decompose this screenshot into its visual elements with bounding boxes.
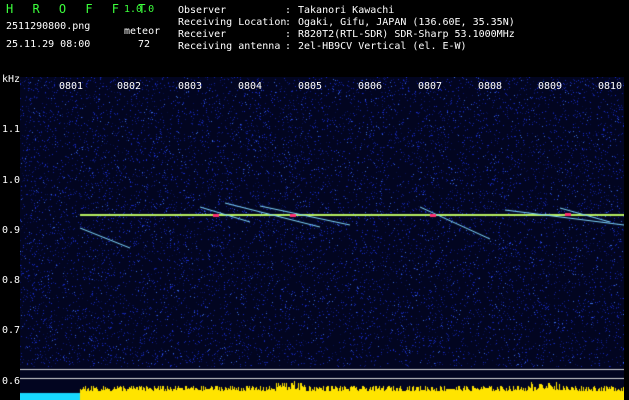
x-tick-label: 0810 <box>598 81 623 92</box>
info-separator: : <box>285 17 292 28</box>
info-key-antenna: Receiving antenna <box>178 41 281 52</box>
x-tick-label: 0803 <box>178 81 203 92</box>
info-value-receiver: R820T2(RTL-SDR) SDR-Sharp 53.1000MHz <box>298 29 515 40</box>
y-tick-label: 1.0 <box>2 175 21 186</box>
info-key-location: Receiving Location <box>178 17 287 28</box>
x-tick-label: 0802 <box>117 81 142 92</box>
x-tick-label: 0808 <box>478 81 503 92</box>
y-axis-unit: kHz <box>2 74 21 85</box>
info-value-observer: Takanori Kawachi <box>298 5 395 16</box>
x-tick-label: 0805 <box>298 81 323 92</box>
info-value-antenna: 2el-HB9CV Vertical (el. E-W) <box>298 41 467 52</box>
info-separator: : <box>285 29 292 40</box>
file-name: 2511290800.png <box>6 21 91 32</box>
x-tick-label: 0804 <box>238 81 263 92</box>
app-version: 1.0.0 <box>124 4 155 15</box>
y-tick-label: 1.1 <box>2 124 21 135</box>
meteor-count: 72 <box>138 39 151 50</box>
meteor-label: meteor <box>124 26 161 37</box>
x-tick-label: 0809 <box>538 81 563 92</box>
info-key-receiver: Receiver <box>178 29 227 40</box>
y-tick-label: 0.8 <box>2 275 21 286</box>
hrofft-window: { "app": { "title": "H R O F F T", "vers… <box>0 0 629 400</box>
info-separator: : <box>285 41 292 52</box>
x-tick-label: 0801 <box>59 81 84 92</box>
y-tick-label: 0.7 <box>2 325 21 336</box>
info-key-observer: Observer <box>178 5 227 16</box>
info-value-location: Ogaki, Gifu, JAPAN (136.60E, 35.35N) <box>298 17 515 28</box>
spectrogram <box>20 77 624 400</box>
y-tick-label: 0.9 <box>2 225 21 236</box>
x-tick-label: 0807 <box>418 81 443 92</box>
date-time: 25.11.29 08:00 <box>6 39 91 50</box>
y-tick-label: 0.6 <box>2 376 21 387</box>
x-tick-label: 0806 <box>358 81 383 92</box>
info-separator: : <box>285 5 292 16</box>
